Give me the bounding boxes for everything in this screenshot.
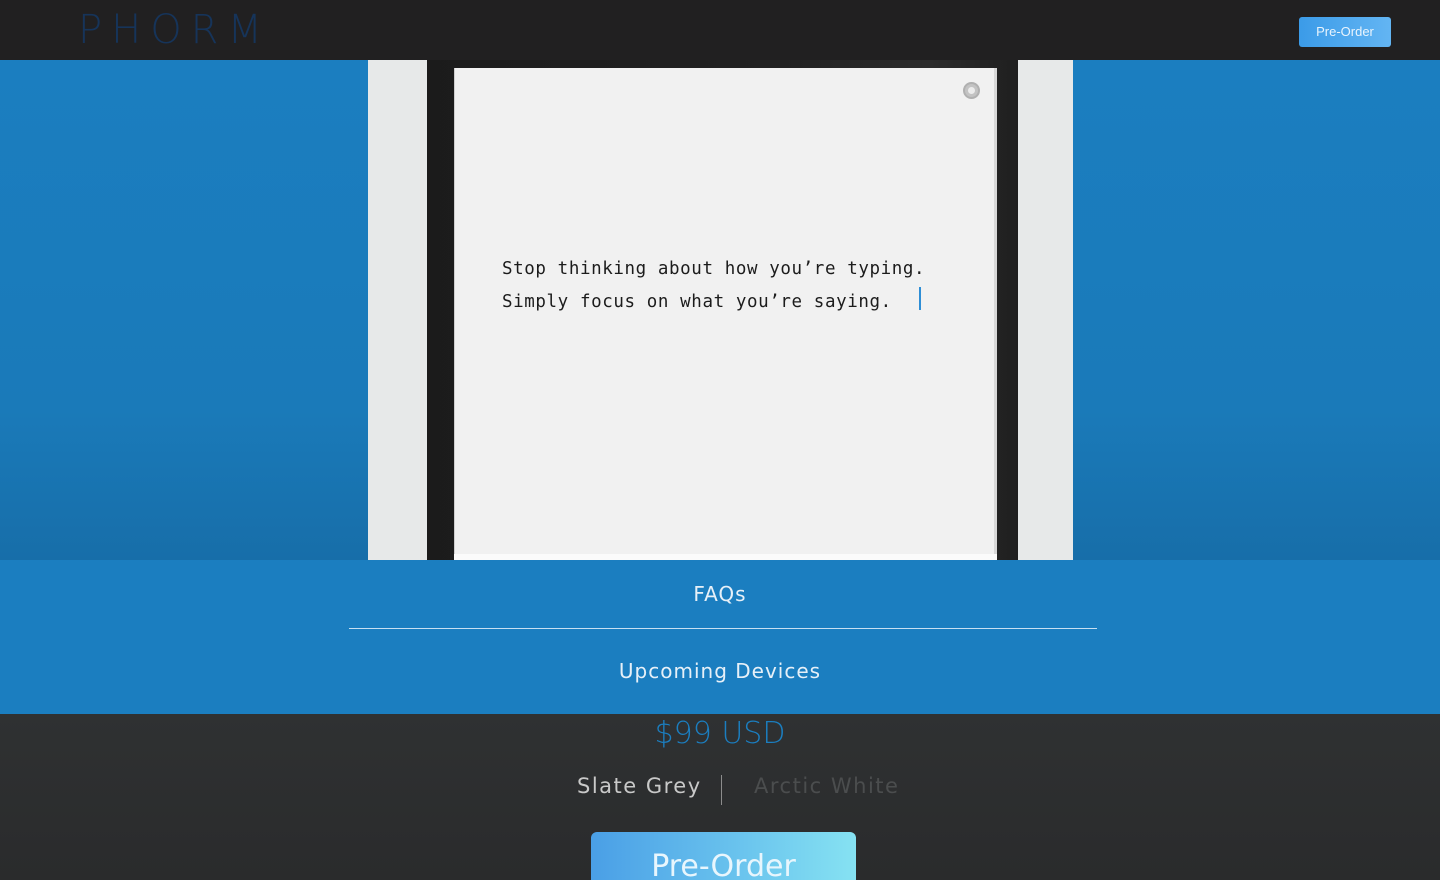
price: $99 USD	[654, 716, 786, 751]
divider	[349, 628, 1097, 629]
typed-text: Stop thinking about how you’re typing. S…	[502, 253, 925, 319]
color-option-arctic-white[interactable]: Arctic White	[754, 774, 899, 798]
color-option-slate-grey[interactable]: Slate Grey	[577, 774, 702, 798]
purchase-section: $99 USD Slate Grey Arctic White Pre-Orde…	[0, 714, 1440, 880]
top-bar: PHORM Pre-Order	[0, 0, 1440, 60]
links-section: FAQs Upcoming Devices	[0, 560, 1440, 714]
logo[interactable]: PHORM	[78, 6, 271, 54]
text-caret	[919, 287, 921, 310]
preorder-button[interactable]: Pre-Order	[1299, 17, 1391, 47]
option-separator	[721, 775, 722, 805]
typed-line-2: Simply focus on what you’re saying.	[502, 292, 892, 312]
typed-line-1: Stop thinking about how you’re typing.	[502, 259, 926, 279]
preorder-main-button[interactable]: Pre-Order	[591, 832, 856, 880]
settings-icon[interactable]	[963, 82, 980, 99]
upcoming-devices-link[interactable]: Upcoming Devices	[0, 659, 1440, 683]
faqs-link[interactable]: FAQs	[0, 582, 1440, 606]
